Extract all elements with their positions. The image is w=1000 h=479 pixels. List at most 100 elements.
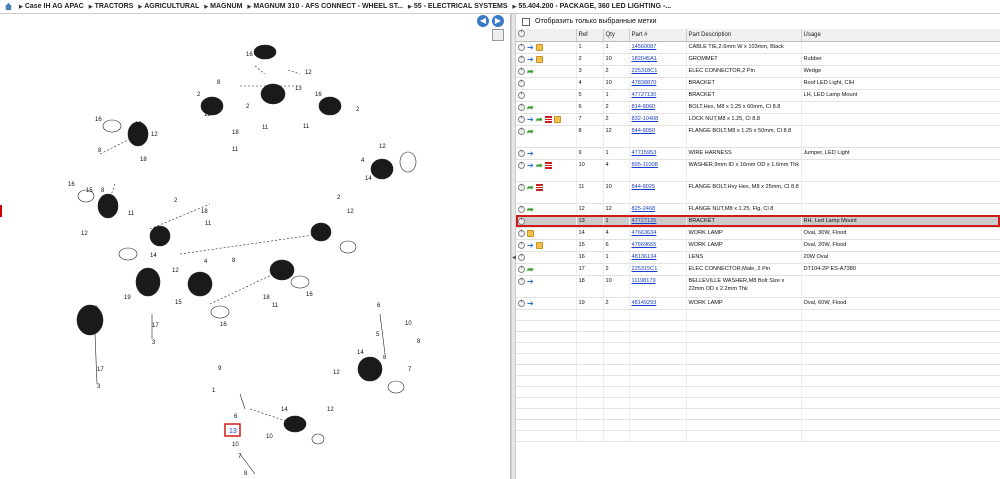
header-usage[interactable]: Usage [801, 29, 1000, 42]
table-row[interactable]: ➔➦72832-10408LOCK NUT,M8 x 1.25, Cl 8.8 [516, 113, 1000, 126]
add-icon[interactable] [518, 115, 525, 123]
info-icon[interactable]: ➔ [527, 242, 534, 250]
add-icon[interactable] [518, 43, 525, 51]
arrow-icon[interactable]: ➦ [527, 128, 534, 136]
cell-part-number-text[interactable]: 11198179 [632, 278, 656, 284]
cell-part-number-text[interactable]: 844-8050 [632, 128, 656, 134]
add-icon[interactable] [518, 55, 525, 63]
table-row[interactable]: 5 1 47727130 BRACKET LH, LED Lamp Mount [516, 89, 1000, 102]
cell-part-number[interactable]: 47727135 [629, 215, 687, 228]
cell-part-number[interactable]: 825-2468 [629, 203, 687, 216]
breadcrumb-item-agricultural[interactable]: AGRICULTURAL [138, 3, 199, 10]
add-icon[interactable] [518, 127, 525, 135]
arrow-icon[interactable]: ➦ [536, 116, 543, 124]
add-icon[interactable] [518, 149, 525, 157]
table-row[interactable]: ➦ 17 2 225315C1 ELEC CONNECTOR,Male, 2 Pin DT… [516, 263, 1000, 276]
arrow-icon[interactable]: ➦ [527, 184, 534, 192]
cell-part-number[interactable]: 48149293 [629, 297, 687, 310]
add-icon[interactable] [518, 277, 525, 285]
cell-part-number-text[interactable]: 14560087 [632, 44, 657, 50]
cell-part-number[interactable]: 814-8060 [629, 101, 687, 114]
diagram-callout-highlighted[interactable]: 13 [229, 428, 237, 435]
cell-part-number-text[interactable]: 182045A1 [632, 56, 658, 62]
cell-part-number-text[interactable]: 844-8025 [632, 184, 656, 190]
cell-part-number[interactable]: 47669665 [629, 239, 687, 252]
list-icon[interactable] [536, 184, 543, 191]
table-row[interactable]: ➔ 9 1 47715953 WIRE HARNESS Jumper, LED Light [516, 147, 1000, 160]
cell-part-number-text[interactable]: 47715953 [632, 150, 657, 156]
add-icon[interactable] [518, 103, 525, 111]
breadcrumb-item-model[interactable]: MAGNUM 310 - AFS CONNECT - WHEEL ST... [247, 3, 403, 10]
table-row[interactable]: 13 1 47727135 BRACKET RH, Led Lamp Mount [516, 215, 1000, 228]
cell-part-number-text[interactable]: 895-11008 [632, 162, 658, 168]
box-icon[interactable] [536, 242, 543, 249]
arrow-icon[interactable]: ➦ [527, 104, 534, 112]
breadcrumb-item-brand[interactable]: Case IH AG APAC [19, 3, 84, 10]
table-row[interactable]: 16 1 48136134 LENS 20W Oval [516, 251, 1000, 264]
table-row[interactable]: ➔ 19 2 48149293 WORK LAMP Oval, 60W, Flood [516, 297, 1000, 310]
table-row[interactable]: 14 4 47663634 WORK LAMP Oval, 30W, Flood [516, 227, 1000, 240]
arrow-icon[interactable]: ➦ [527, 68, 534, 76]
add-icon[interactable] [518, 217, 525, 225]
box-icon[interactable] [527, 230, 534, 237]
arrow-icon[interactable]: ➦ [536, 162, 543, 170]
breadcrumb-item-tractors[interactable]: TRACTORS [89, 3, 134, 10]
list-icon[interactable] [545, 162, 552, 169]
table-row[interactable]: ➔ 1 1 14560087 CABLE TIE,2.6mm W x 103mm, Bl… [516, 41, 1000, 54]
cell-part-number[interactable]: 844-8050 [629, 125, 687, 148]
add-icon[interactable] [518, 79, 525, 87]
info-icon[interactable]: ➔ [527, 300, 534, 308]
table-row[interactable]: ➦ 12 12 825-2468 FLANGE NUT,M8 x 1.25, Flg, … [516, 203, 1000, 216]
add-all-icon[interactable] [518, 29, 525, 38]
info-icon[interactable]: ➔ [527, 116, 534, 124]
cell-part-number[interactable]: 895-11008 [629, 159, 687, 182]
cell-part-number-text[interactable]: 225318C1 [632, 68, 658, 74]
table-row[interactable]: ➔ 18 10 11198179 BELLEVILLE WASHER,M8 Bolt S… [516, 275, 1000, 298]
cell-part-number[interactable]: 225315C1 [629, 263, 687, 276]
table-row[interactable]: ➔ 2 10 182045A1 GROMMET Rubber [516, 53, 1000, 66]
breadcrumb-item-package[interactable]: 55.404.200 - PACKAGE, 360 LED LIGHTING -… [513, 3, 671, 10]
header-icons[interactable] [516, 29, 577, 42]
add-icon[interactable] [518, 161, 525, 169]
cell-part-number[interactable]: 11198179 [629, 275, 687, 298]
table-row[interactable]: ➦ 8 12 844-8050 FLANGE BOLT,M8 x 1.25 x 50mm… [516, 125, 1000, 148]
info-icon[interactable]: ➔ [527, 278, 534, 286]
info-icon[interactable]: ➔ [527, 56, 534, 64]
home-icon[interactable] [4, 2, 13, 11]
cell-part-number[interactable]: 48136134 [629, 251, 687, 264]
add-icon[interactable] [518, 229, 525, 237]
box-icon[interactable] [536, 56, 543, 63]
cell-part-number-text[interactable]: 47727130 [632, 92, 657, 98]
cell-part-number[interactable]: 844-8025 [629, 181, 687, 204]
cell-part-number[interactable]: 225318C1 [629, 65, 687, 78]
cell-part-number-text[interactable]: 832-10408 [632, 116, 659, 122]
cell-part-number-text[interactable]: 47663634 [632, 230, 657, 236]
info-icon[interactable]: ➔ [527, 150, 534, 158]
cell-part-number[interactable]: 47663634 [629, 227, 687, 240]
header-part-number[interactable]: Part # [629, 29, 687, 42]
info-icon[interactable]: ➔ [527, 44, 534, 52]
arrow-icon[interactable]: ➦ [527, 206, 534, 214]
box-icon[interactable] [554, 116, 561, 123]
table-row[interactable]: ➔➦104895-11008WASHER,9mm ID x 16mm OD x … [516, 159, 1000, 182]
info-icon[interactable]: ➔ [527, 162, 534, 170]
add-icon[interactable] [518, 265, 525, 273]
cell-part-number[interactable]: 47715953 [629, 147, 687, 160]
add-icon[interactable] [518, 241, 525, 249]
add-icon[interactable] [518, 183, 525, 191]
cell-part-number-text[interactable]: 825-2468 [632, 206, 656, 212]
table-row[interactable]: ➦ 6 2 814-8060 BOLT,Hex, M8 x 1.25 x 60mm, C… [516, 101, 1000, 114]
add-icon[interactable] [518, 253, 525, 261]
exploded-parts-diagram[interactable]: 16128 1322 151811 11162 111612 12818 161… [0, 14, 511, 479]
add-icon[interactable] [518, 67, 525, 75]
table-row[interactable]: ➦ 3 2 225318C1 ELEC CONNECTOR,2 Pin Wedge [516, 65, 1000, 78]
add-icon[interactable] [518, 299, 525, 307]
cell-part-number-text[interactable]: 48149293 [632, 300, 657, 306]
cell-part-number[interactable]: 14560087 [629, 41, 687, 54]
table-row[interactable]: ➦ 11 10 844-8025 FLANGE BOLT,Hvy Hex, M8 x 2… [516, 181, 1000, 204]
show-selected-checkbox[interactable] [522, 17, 530, 26]
list-icon[interactable] [545, 116, 552, 123]
cell-part-number[interactable]: 47838870 [629, 77, 687, 90]
breadcrumb-item-magnum[interactable]: MAGNUM [204, 3, 242, 10]
cell-part-number[interactable]: 47727130 [629, 89, 687, 102]
